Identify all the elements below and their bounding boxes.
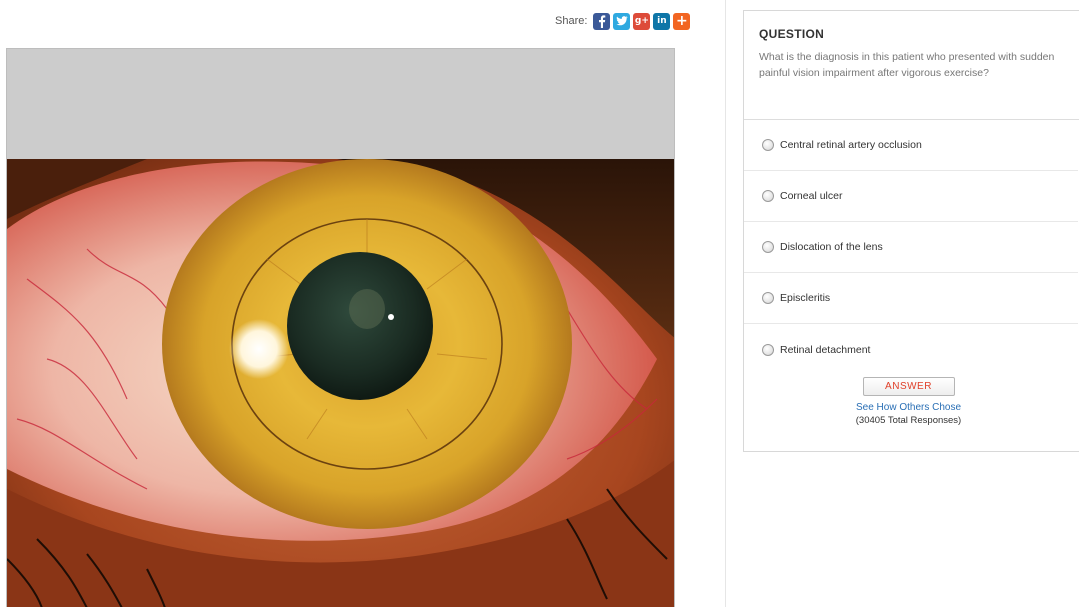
option-episcleritis[interactable]: Episcleritis: [744, 273, 1078, 324]
answer-section: ANSWER See How Others Chose (30405 Total…: [744, 376, 1079, 426]
option-dislocation-of-the-lens[interactable]: Dislocation of the lens: [744, 222, 1078, 273]
add-share-icon[interactable]: +: [673, 12, 691, 30]
option-central-retinal-artery-occlusion[interactable]: Central retinal artery occlusion: [744, 120, 1078, 171]
share-label: Share:: [555, 15, 588, 27]
linkedin-icon[interactable]: in: [653, 12, 671, 30]
option-label: Corneal ulcer: [780, 190, 843, 202]
question-header: QUESTION What is the diagnosis in this p…: [744, 11, 1079, 120]
option-label: Dislocation of the lens: [780, 241, 883, 253]
image-header-band: [7, 49, 674, 159]
clinical-image-frame: [6, 48, 675, 607]
question-heading: QUESTION: [759, 27, 825, 41]
radio-button[interactable]: [762, 343, 774, 356]
option-corneal-ulcer[interactable]: Corneal ulcer: [744, 171, 1078, 222]
question-panel: QUESTION What is the diagnosis in this p…: [743, 10, 1079, 452]
option-label: Episcleritis: [780, 292, 831, 304]
option-retinal-detachment[interactable]: Retinal detachment: [744, 324, 1078, 375]
twitter-icon[interactable]: [613, 12, 631, 30]
radio-button[interactable]: [762, 241, 774, 253]
eye-photograph: [7, 159, 674, 607]
radio-button[interactable]: [762, 292, 774, 304]
column-divider: [725, 0, 726, 607]
radio-button[interactable]: [762, 139, 774, 151]
option-label: Retinal detachment: [780, 343, 871, 356]
google-plus-icon[interactable]: g+: [633, 12, 651, 30]
total-responses: (30405 Total Responses): [855, 415, 962, 426]
question-text: What is the diagnosis in this patient wh…: [759, 51, 1055, 79]
share-bar: Share: g+ in +: [555, 12, 691, 30]
facebook-icon[interactable]: [593, 12, 611, 30]
option-label: Central retinal artery occlusion: [780, 139, 922, 151]
see-how-others-chose-link[interactable]: See How Others Chose: [744, 402, 1073, 413]
answer-options: Central retinal artery occlusion Corneal…: [744, 120, 1079, 375]
radio-button[interactable]: [762, 190, 774, 202]
answer-button[interactable]: ANSWER: [862, 377, 955, 396]
